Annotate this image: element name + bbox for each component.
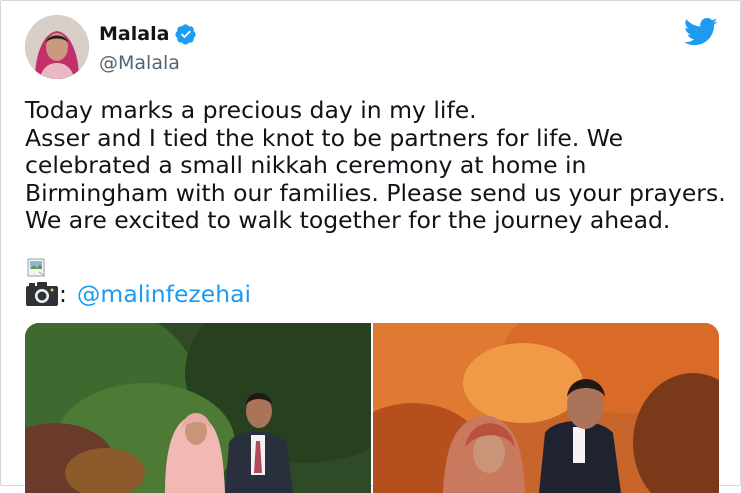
photo-garden[interactable] <box>25 323 371 493</box>
photo-autumn[interactable] <box>373 323 719 493</box>
verified-badge-icon <box>175 24 197 45</box>
photo-garden-image <box>25 323 371 493</box>
twitter-bird-icon[interactable] <box>684 17 718 47</box>
tweet-card: Malala @Malala Today marks a precious da… <box>0 0 741 493</box>
author-handle[interactable]: @Malala <box>99 52 180 74</box>
photo-autumn-image <box>373 323 719 493</box>
tweet-line: Birmingham with our families. Please sen… <box>25 178 726 207</box>
credit-mention-link[interactable]: @malinfezehai <box>77 280 251 308</box>
avatar[interactable] <box>25 15 89 79</box>
tweet-line: Today marks a precious day in my life. <box>25 96 477 124</box>
broken-image-icon <box>27 258 46 277</box>
tweet-line: We are excited to walk together for the … <box>25 206 671 234</box>
tweet-line: celebrated a small nikkah ceremony at ho… <box>25 151 587 179</box>
display-name[interactable]: Malala <box>99 23 169 45</box>
tweet-line: Asser and I tied the knot to be partners… <box>25 123 624 152</box>
credit-separator: : <box>59 280 67 308</box>
avatar-image <box>25 15 89 79</box>
tweet-text: Today marks a precious day in my life. A… <box>25 96 726 235</box>
camera-icon <box>26 282 58 306</box>
author-name-row[interactable]: Malala <box>99 23 197 45</box>
photo-credit: : @malinfezehai <box>25 280 251 308</box>
